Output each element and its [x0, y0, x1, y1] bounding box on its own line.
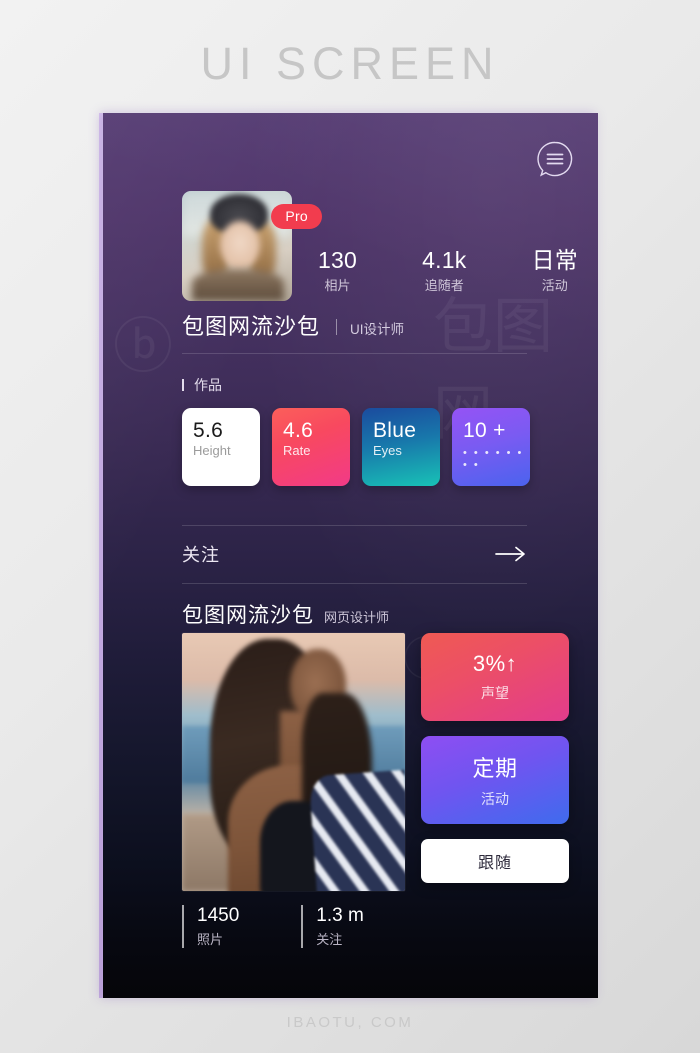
profile-name: 包图网流沙包	[182, 314, 321, 339]
card-dots: • • • • • • • •	[463, 447, 524, 472]
pro-badge: Pro	[271, 204, 322, 229]
stat-label: 追随者	[424, 278, 464, 294]
watermark: ⓑ	[113, 312, 173, 382]
featured-name: 包图网流沙包	[182, 604, 314, 627]
avatar-face	[220, 221, 260, 269]
photo-towel	[308, 769, 405, 891]
featured-side-cards: 3%↑ 声望 定期 活动 跟随	[421, 633, 569, 883]
card-label: Eyes	[373, 443, 402, 459]
divider-top	[182, 353, 527, 354]
bottom-stat-label: 关注	[316, 931, 343, 947]
stat-activity[interactable]: 日常 活动	[532, 248, 578, 294]
profile-stats: 130 相片 4.1k 追随者 日常 活动	[318, 248, 578, 294]
name-separator	[336, 319, 338, 335]
page-title: UI SCREEN	[200, 38, 500, 89]
stat-photos[interactable]: 130 相片	[318, 248, 357, 294]
arrow-right-icon[interactable]	[495, 545, 527, 563]
works-label-text: 作品	[194, 377, 222, 393]
stat-value: 日常	[531, 247, 578, 273]
side-card-label: 活动	[481, 791, 509, 807]
section-tick-icon	[182, 379, 184, 391]
stat-value: 4.1k	[422, 247, 467, 273]
chat-button[interactable]	[534, 138, 576, 180]
work-card-height[interactable]: 5.6 Height	[182, 408, 260, 486]
phone-screen: ⓑ 包图网 ⓑ Pro 130 相片 4.1k 追随者	[103, 113, 598, 998]
card-value: Blue	[373, 419, 417, 442]
work-card-more[interactable]: 10 + • • • • • • • •	[452, 408, 530, 486]
chat-bubble-icon	[537, 141, 573, 177]
featured-name-row: 包图网流沙包 网页设计师	[182, 599, 389, 629]
stat-label: 活动	[541, 278, 568, 294]
side-card-value: 3%↑	[472, 651, 518, 676]
profile-name-row: 包图网流沙包 UI设计师	[182, 309, 404, 341]
bottom-stat-value: 1.3 m	[316, 905, 364, 926]
work-card-eyes[interactable]: Blue Eyes	[362, 408, 440, 486]
stat-value: 130	[318, 247, 357, 273]
featured-bottom-stats: 1450 照片 1.3 m 关注	[182, 905, 364, 948]
bottom-stat-follows[interactable]: 1.3 m 关注	[301, 905, 364, 948]
side-card-label: 声望	[481, 685, 509, 701]
follow-button[interactable]: 跟随	[421, 839, 569, 883]
card-value: 5.6	[193, 419, 224, 442]
card-value: 10 +	[463, 419, 506, 442]
side-card-activity[interactable]: 定期 活动	[421, 736, 569, 824]
featured-role: 网页设计师	[324, 610, 390, 625]
works-cards: 5.6 Height 4.6 Rate Blue Eyes 10 + • • •…	[182, 408, 530, 486]
work-card-rate[interactable]: 4.6 Rate	[272, 408, 350, 486]
card-label: Height	[193, 443, 231, 459]
follow-label: 关注	[182, 545, 220, 565]
follow-row[interactable]: 关注	[182, 525, 527, 583]
side-card-value: 定期	[472, 756, 518, 781]
divider-follow-bottom	[182, 583, 527, 584]
page-footer: IBAOTU, COM	[286, 1014, 414, 1031]
stat-label: 相片	[324, 278, 351, 294]
bottom-stat-value: 1450	[197, 905, 240, 926]
bottom-stat-label: 照片	[197, 931, 224, 947]
avatar[interactable]: Pro	[182, 191, 322, 301]
card-value: 4.6	[283, 419, 314, 442]
featured-photo[interactable]	[182, 633, 405, 891]
card-label: Rate	[283, 443, 311, 459]
profile-role: UI设计师	[350, 322, 405, 337]
side-card-reputation[interactable]: 3%↑ 声望	[421, 633, 569, 721]
avatar-body	[192, 269, 284, 301]
stat-followers[interactable]: 4.1k 追随者	[422, 248, 466, 294]
bottom-stat-photos[interactable]: 1450 照片	[182, 905, 239, 948]
works-section-label: 作品	[182, 375, 222, 395]
